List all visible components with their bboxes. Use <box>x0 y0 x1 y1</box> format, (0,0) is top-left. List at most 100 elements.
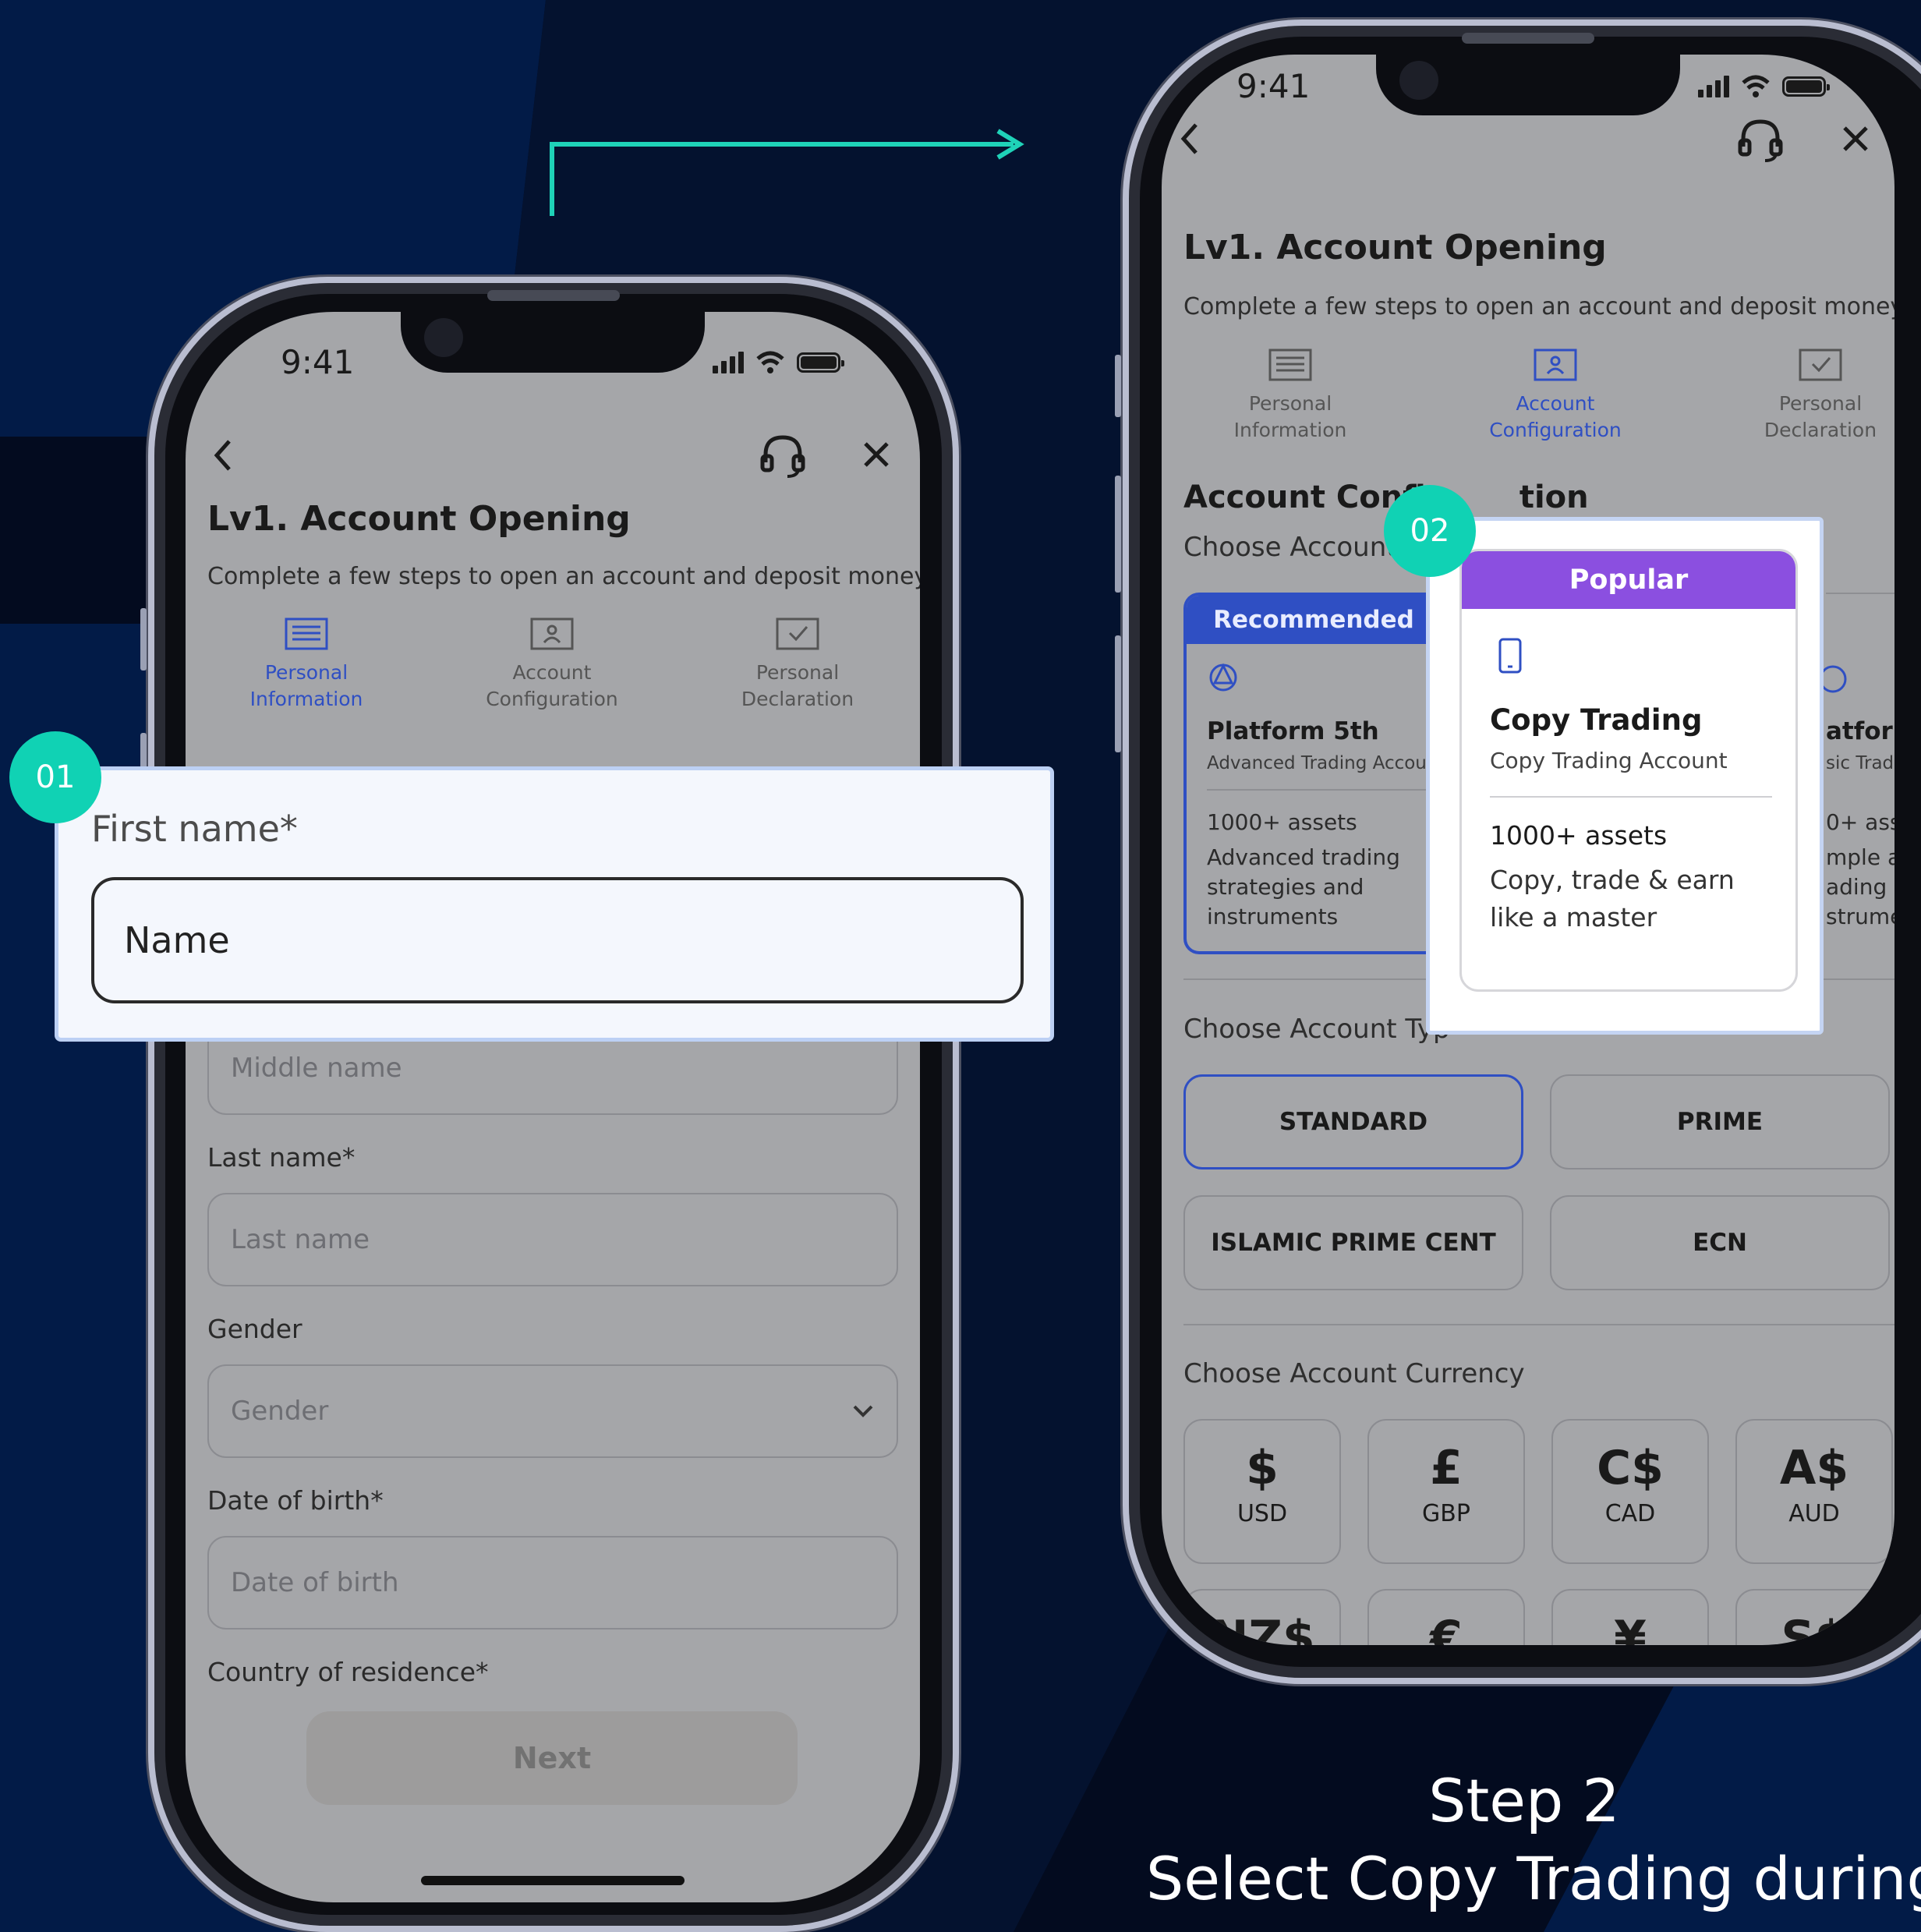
step-caption-text: Select Copy Trading during <box>1146 1844 1921 1913</box>
headset-icon[interactable] <box>1737 117 1784 162</box>
next-button[interactable]: Next <box>306 1711 798 1805</box>
step-caption-title: Step 2 <box>1428 1766 1620 1835</box>
dob-input[interactable]: Date of birth <box>207 1536 898 1629</box>
step-personal-information[interactable]: Personal Information <box>1197 347 1384 444</box>
account-type-islamic-prime-cent[interactable]: ISLAMIC PRIME CENT <box>1183 1195 1523 1290</box>
currency-nzd[interactable]: NZ$ <box>1183 1589 1341 1645</box>
step-badge-02: 02 <box>1384 485 1476 577</box>
platform-assets: 1000+ assets <box>1207 809 1357 835</box>
currency-aud[interactable]: A$ AUD <box>1735 1419 1893 1564</box>
choose-currency-label: Choose Account Currency <box>1183 1358 1525 1389</box>
copy-trading-desc: Copy, trade & earn like a master <box>1490 865 1735 932</box>
signal-icon <box>1698 76 1729 97</box>
checkbox-icon <box>776 617 819 650</box>
first-name-label: First name* <box>91 808 298 850</box>
status-icons <box>713 351 844 374</box>
chevron-down-icon <box>853 1405 873 1417</box>
home-indicator <box>421 1876 685 1885</box>
platform-logo-icon <box>1209 663 1237 692</box>
status-time: 9:41 <box>1236 67 1311 105</box>
partial-platform-assets: 0+ ass <box>1826 809 1894 835</box>
right-phone-speaker <box>1462 33 1594 44</box>
platform-sub: Advanced Trading Account <box>1207 753 1438 773</box>
dob-label: Date of birth* <box>207 1485 384 1516</box>
step-account-configuration[interactable]: Account Configuration <box>458 616 646 713</box>
back-chevron-icon[interactable] <box>1176 120 1204 157</box>
partial-card-top-border <box>1826 593 1894 594</box>
copy-trading-name: Copy Trading <box>1490 703 1703 737</box>
right-phone-side-button <box>1115 355 1121 417</box>
close-icon[interactable] <box>1840 123 1871 154</box>
copy-trading-assets: 1000+ assets <box>1490 820 1668 851</box>
step-account-configuration[interactable]: Account Configuration <box>1462 347 1649 444</box>
currency-gbp[interactable]: £ GBP <box>1367 1419 1525 1564</box>
step-personal-declaration[interactable]: Personal Declaration <box>704 616 891 713</box>
close-icon[interactable] <box>861 439 892 470</box>
platform-divider <box>1207 789 1433 791</box>
account-type-prime[interactable]: PRIME <box>1550 1074 1890 1169</box>
card-divider <box>1490 796 1772 798</box>
first-name-input[interactable]: Name <box>91 877 1024 1003</box>
back-chevron-icon[interactable] <box>209 437 237 474</box>
document-lines-icon <box>1268 349 1312 381</box>
right-phone-side-button <box>1115 476 1121 593</box>
wifi-icon <box>1742 75 1770 97</box>
page-title: Lv1. Account Opening <box>207 499 631 539</box>
copy-trading-sub: Copy Trading Account <box>1490 748 1728 773</box>
page-subtitle: Complete a few steps to open an account … <box>207 563 920 590</box>
account-card-icon <box>530 617 574 650</box>
partial-platform-name: atforn <box>1826 717 1894 745</box>
gender-select[interactable]: Gender <box>207 1364 898 1458</box>
country-label: Country of residence* <box>207 1657 489 1687</box>
partial-platform-sub: sic Tradi <box>1826 753 1894 773</box>
notch <box>1376 55 1680 115</box>
step-personal-information[interactable]: Personal Information <box>213 616 400 713</box>
status-icons <box>1698 75 1830 98</box>
platform-desc-line: instruments <box>1207 904 1339 929</box>
account-card-icon <box>1534 349 1577 381</box>
smartphone-icon <box>1498 638 1522 674</box>
partial-platform-desc: strumer <box>1826 904 1894 929</box>
front-camera <box>1399 61 1438 100</box>
platform-desc-line: Advanced trading <box>1207 844 1400 870</box>
page-title: Lv1. Account Opening <box>1183 228 1607 267</box>
document-lines-icon <box>285 617 328 650</box>
section-title: Account Confi tion <box>1183 479 1589 515</box>
page-subtitle: Complete a few steps to open an account … <box>1183 293 1894 320</box>
step-badge-01: 01 <box>9 731 101 823</box>
choose-type-label: Choose Account Typ <box>1183 1014 1450 1045</box>
partial-platform-desc: mple ar <box>1826 844 1894 870</box>
left-phone-screen: 9:41 Lv1. Account Opening Complete a few… <box>186 312 920 1902</box>
left-phone-side-button <box>140 608 147 671</box>
currency-eur[interactable]: € <box>1367 1589 1525 1645</box>
section-divider <box>1183 1324 1894 1325</box>
currency-sgd[interactable]: S$ <box>1735 1589 1893 1645</box>
left-phone-speaker <box>487 290 620 301</box>
platform-name: Platform 5th <box>1207 717 1379 745</box>
status-time: 9:41 <box>281 343 355 381</box>
currency-jpy[interactable]: ¥ <box>1551 1589 1709 1645</box>
currency-usd[interactable]: $ USD <box>1183 1419 1341 1564</box>
step-personal-declaration[interactable]: Personal Declaration <box>1727 347 1894 444</box>
last-name-label: Last name* <box>207 1142 356 1173</box>
currency-cad[interactable]: C$ CAD <box>1551 1419 1709 1564</box>
copy-trading-card[interactable]: Popular Copy Trading Copy Trading Accoun… <box>1459 549 1798 992</box>
copy-trading-callout: Popular Copy Trading Copy Trading Accoun… <box>1426 517 1824 1035</box>
account-type-ecn[interactable]: ECN <box>1550 1195 1890 1290</box>
signal-icon <box>713 352 744 373</box>
headset-icon[interactable] <box>759 433 806 478</box>
wifi-icon <box>756 351 784 373</box>
account-type-standard[interactable]: STANDARD <box>1183 1074 1523 1169</box>
popular-ribbon: Popular <box>1462 551 1795 609</box>
platform-desc-line: strategies and <box>1207 874 1364 900</box>
battery-icon <box>1782 76 1830 97</box>
front-camera <box>424 318 463 357</box>
first-name-callout: First name* Name <box>55 766 1054 1042</box>
gender-label: Gender <box>207 1314 302 1344</box>
last-name-input[interactable]: Last name <box>207 1193 898 1286</box>
recommended-ribbon: Recommended <box>1187 596 1441 644</box>
battery-icon <box>797 352 844 373</box>
notch <box>401 312 705 373</box>
connector-arrow <box>550 129 1024 216</box>
choose-platform-label: Choose Account <box>1183 532 1397 563</box>
